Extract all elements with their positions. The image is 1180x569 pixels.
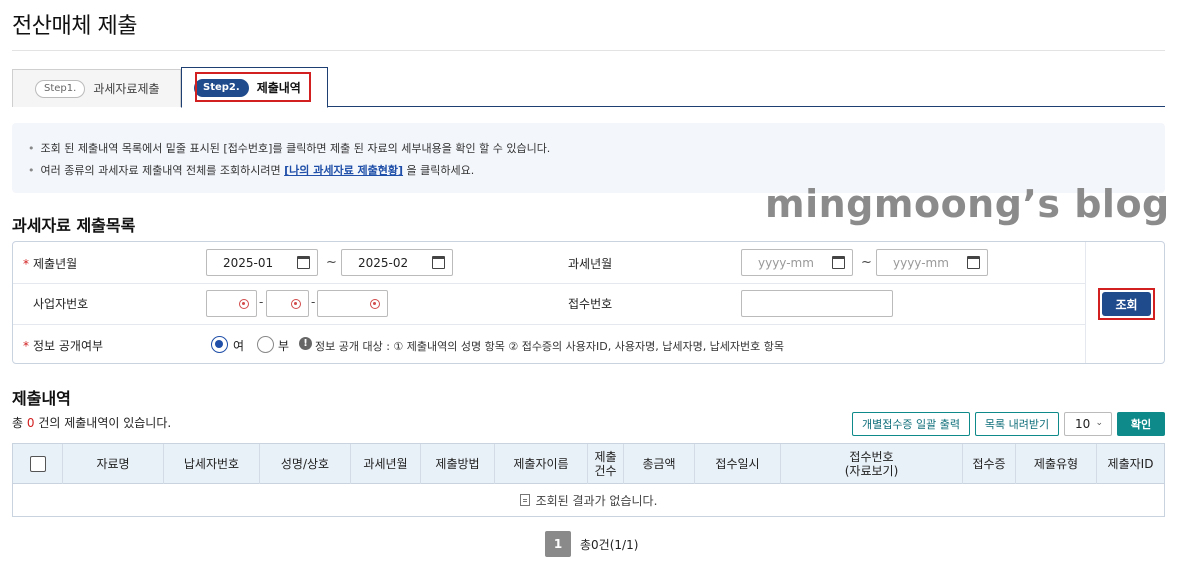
select-all-cell	[13, 444, 63, 484]
empty-result-row: 조회된 결과가 없습니다.	[13, 484, 1164, 516]
result-count: 총 0 건의 제출내역이 있습니다.	[12, 416, 172, 430]
range-tilde: ~	[326, 255, 337, 270]
calendar-icon[interactable]	[967, 256, 980, 269]
chevron-down-icon: ⌄	[1095, 418, 1103, 428]
page-title: 전산매체 제출	[12, 14, 137, 39]
disclosure-no-label: 부	[278, 339, 290, 353]
receipt-no-input[interactable]	[741, 290, 893, 317]
exclamation-icon: !	[299, 337, 312, 350]
pagination-page-1[interactable]: 1	[545, 531, 571, 557]
search-button[interactable]: 조회	[1102, 292, 1151, 316]
col-submit-count[interactable]: 제출 건수	[588, 444, 624, 484]
step-tabs: Step1. 과세자료제출 Step2. 제출내역	[12, 67, 1165, 108]
tab-step1-label: 과세자료제출	[93, 82, 160, 96]
disclosure-label: * 정보 공개여부	[23, 339, 104, 353]
select-all-checkbox[interactable]	[29, 456, 46, 472]
submit-month-from-input[interactable]: 2025-01	[206, 249, 318, 276]
tab-step1[interactable]: Step1. 과세자료제출	[12, 69, 181, 107]
masked-eye-icon[interactable]	[370, 299, 380, 309]
biz-no-part3-input[interactable]	[317, 290, 388, 317]
masked-eye-icon[interactable]	[291, 299, 301, 309]
col-name[interactable]: 성명/상호	[260, 444, 351, 484]
receipt-no-label: 접수번호	[568, 297, 613, 311]
range-tilde: ~	[861, 255, 872, 270]
info-line-1: • 조회 된 제출내역 목록에서 밑줄 표시된 [접수번호]를 클릭하면 제출 된…	[28, 142, 551, 155]
search-form: * 제출년월 2025-01 ~ 2025-02 과세년월 yyyy-mm ~ y…	[12, 241, 1165, 364]
disclosure-yes-label: 여	[233, 339, 245, 353]
results-table: 자료명 납세자번호 성명/상호 과세년월 제출방법 제출자이름 제출 건수 총금…	[12, 443, 1165, 517]
watermark: mingmoong’s blog	[765, 182, 1170, 226]
tab-step2-highlight	[195, 72, 311, 102]
disclosure-note: 정보 공개 대상 : ① 제출내역의 성명 항목 ② 접수증의 사용자ID, 사…	[315, 340, 785, 353]
col-total-amount[interactable]: 총금액	[624, 444, 695, 484]
biz-no-label: 사업자번호	[33, 297, 89, 311]
calendar-icon[interactable]	[297, 256, 310, 269]
col-submitter-id[interactable]: 제출자ID	[1097, 444, 1164, 484]
document-icon	[519, 494, 530, 506]
submit-month-to-input[interactable]: 2025-02	[341, 249, 453, 276]
biz-no-dash: -	[311, 295, 316, 309]
col-submit-method[interactable]: 제출방법	[421, 444, 495, 484]
tax-month-label: 과세년월	[568, 257, 613, 271]
biz-no-part2-input[interactable]	[266, 290, 309, 317]
biz-no-dash: -	[259, 295, 264, 309]
bulk-print-receipts-button[interactable]: 개별접수증 일괄 출력	[852, 412, 970, 436]
title-divider	[12, 50, 1165, 51]
col-receipt-no[interactable]: 접수번호 (자료보기)	[781, 444, 963, 484]
disclosure-no-radio[interactable]	[257, 336, 274, 353]
col-submit-type[interactable]: 제출유형	[1016, 444, 1097, 484]
info-line-2: • 여러 종류의 과세자료 제출내역 전체를 조회하시려면 [나의 과세자료 제출…	[28, 164, 475, 177]
col-tax-month[interactable]: 과세년월	[351, 444, 421, 484]
submit-month-label: * 제출년월	[23, 257, 78, 271]
col-receipt[interactable]: 접수증	[963, 444, 1016, 484]
calendar-icon[interactable]	[432, 256, 445, 269]
tax-month-from-input[interactable]: yyyy-mm	[741, 249, 853, 276]
table-header: 자료명 납세자번호 성명/상호 과세년월 제출방법 제출자이름 제출 건수 총금…	[13, 444, 1164, 484]
confirm-button[interactable]: 확인	[1117, 412, 1165, 436]
step1-badge: Step1.	[35, 79, 86, 98]
col-taxpayer-no[interactable]: 납세자번호	[164, 444, 260, 484]
tax-month-to-input[interactable]: yyyy-mm	[876, 249, 988, 276]
masked-eye-icon[interactable]	[239, 299, 249, 309]
results-section-title: 제출내역	[12, 389, 71, 408]
page-size-select[interactable]: 10 ⌄	[1064, 412, 1112, 436]
col-submitter-name[interactable]: 제출자이름	[495, 444, 588, 484]
download-list-button[interactable]: 목록 내려받기	[975, 412, 1059, 436]
search-button-highlight: 조회	[1098, 288, 1155, 320]
col-data-name[interactable]: 자료명	[63, 444, 164, 484]
my-submission-status-link[interactable]: [나의 과세자료 제출현황]	[284, 164, 403, 177]
disclosure-yes-radio[interactable]	[211, 336, 228, 353]
pagination-total: 총0건(1/1)	[580, 538, 639, 552]
biz-no-part1-input[interactable]	[206, 290, 257, 317]
calendar-icon[interactable]	[832, 256, 845, 269]
col-receipt-date[interactable]: 접수일시	[695, 444, 781, 484]
search-section-title: 과세자료 제출목록	[12, 216, 136, 235]
